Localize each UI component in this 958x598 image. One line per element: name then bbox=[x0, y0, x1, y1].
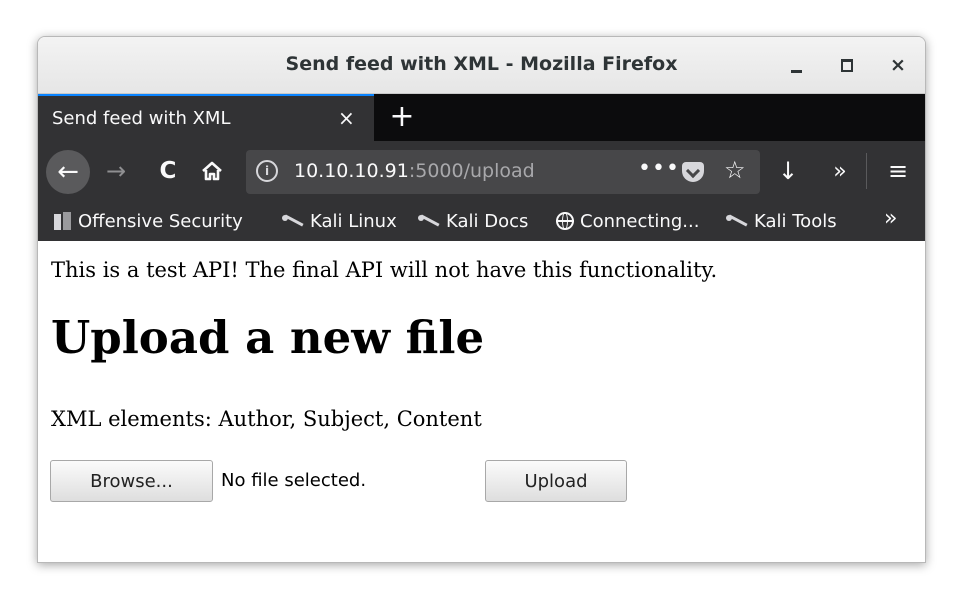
bookmark-connecting[interactable]: Connecting... bbox=[556, 209, 699, 233]
minimize-icon bbox=[790, 69, 802, 73]
bookmark-kali-linux[interactable]: Kali Linux bbox=[282, 209, 397, 233]
kali-dragon-icon bbox=[282, 214, 304, 228]
toolbar-separator bbox=[866, 153, 867, 189]
firefox-window: Send feed with XML - Mozilla Firefox × S… bbox=[37, 36, 926, 563]
tab-strip: Send feed with XML × + bbox=[38, 94, 925, 141]
minimize-button[interactable] bbox=[782, 51, 810, 79]
pocket-icon[interactable] bbox=[682, 162, 704, 182]
back-button[interactable]: ← bbox=[46, 150, 90, 194]
upload-button[interactable]: Upload bbox=[485, 460, 627, 502]
reload-button[interactable]: C bbox=[150, 153, 186, 189]
url-host: 10.10.10.91 bbox=[294, 160, 409, 182]
bookmark-label: Kali Linux bbox=[310, 210, 397, 232]
bookmarks-overflow-button[interactable]: » bbox=[884, 206, 897, 231]
close-window-button[interactable]: × bbox=[884, 51, 912, 79]
globe-icon bbox=[556, 212, 574, 230]
bookmark-star-icon[interactable]: ☆ bbox=[724, 156, 746, 184]
url-bar[interactable]: i 10.10.10.91:5000/upload ••• ☆ bbox=[246, 150, 760, 194]
forward-button[interactable]: → bbox=[98, 153, 134, 189]
tab-title: Send feed with XML bbox=[52, 108, 231, 129]
new-tab-button[interactable]: + bbox=[384, 98, 420, 136]
overflow-menu-button[interactable]: » bbox=[822, 153, 858, 189]
offensive-security-icon bbox=[54, 212, 72, 230]
url-path: :5000/upload bbox=[408, 160, 535, 182]
intro-text: This is a test API! The final API will n… bbox=[51, 258, 718, 282]
kali-dragon-icon bbox=[418, 214, 440, 228]
site-info-icon[interactable]: i bbox=[256, 160, 278, 182]
download-button[interactable]: ↓ bbox=[770, 153, 806, 189]
tab-send-feed[interactable]: Send feed with XML × bbox=[38, 94, 374, 141]
url-text[interactable]: 10.10.10.91:5000/upload bbox=[294, 160, 535, 182]
bookmark-label: Offensive Security bbox=[78, 210, 243, 232]
bookmark-label: Kali Tools bbox=[754, 210, 837, 232]
maximize-button[interactable] bbox=[833, 51, 861, 79]
no-file-label: No file selected. bbox=[221, 470, 367, 491]
page-content: This is a test API! The final API will n… bbox=[38, 241, 925, 562]
page-actions-icon[interactable]: ••• bbox=[638, 156, 680, 181]
bookmark-kali-docs[interactable]: Kali Docs bbox=[418, 209, 528, 233]
title-bar: Send feed with XML - Mozilla Firefox × bbox=[38, 37, 925, 94]
bookmarks-bar: Offensive Security Kali Linux Kali Docs … bbox=[38, 201, 925, 241]
navigation-toolbar: ← → C i 10.10.10.91:5000/upload ••• ☆ ↓ … bbox=[38, 141, 925, 201]
maximize-icon bbox=[841, 58, 853, 72]
home-button[interactable] bbox=[194, 153, 230, 189]
bookmark-kali-tools[interactable]: Kali Tools bbox=[726, 209, 837, 233]
hamburger-menu-button[interactable]: ≡ bbox=[880, 153, 916, 189]
tab-close-icon[interactable]: × bbox=[338, 106, 355, 130]
bookmark-offensive-security[interactable]: Offensive Security bbox=[54, 209, 243, 233]
xml-elements-text: XML elements: Author, Subject, Content bbox=[51, 407, 482, 431]
page-heading: Upload a new file bbox=[51, 311, 485, 364]
bookmark-label: Kali Docs bbox=[446, 210, 529, 232]
browse-button[interactable]: Browse... bbox=[50, 460, 213, 502]
home-icon bbox=[202, 161, 222, 181]
kali-dragon-icon bbox=[726, 214, 748, 228]
bookmark-label: Connecting... bbox=[580, 210, 700, 232]
